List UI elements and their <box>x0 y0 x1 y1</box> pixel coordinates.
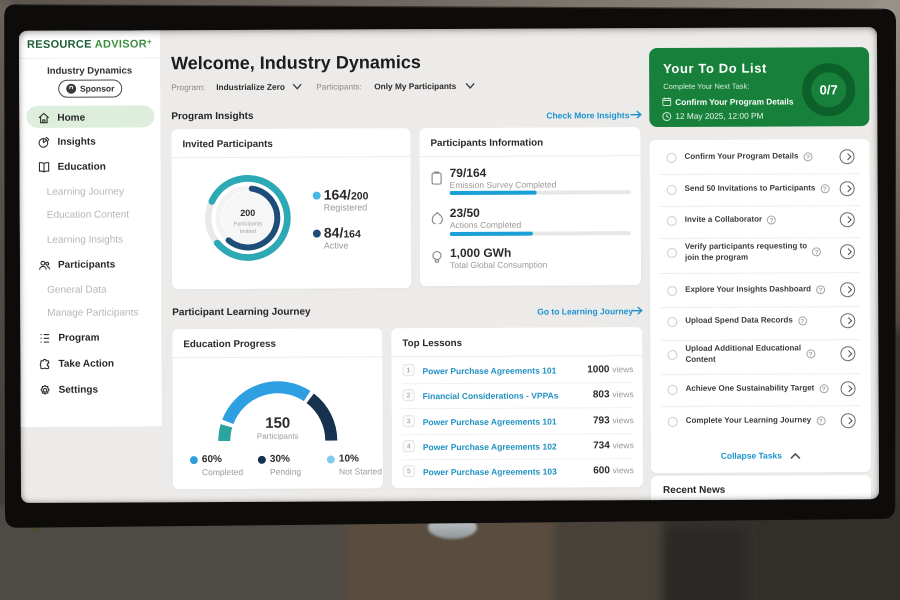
svg-text:0/7: 0/7 <box>820 82 838 97</box>
svg-text:200: 200 <box>240 207 255 217</box>
svg-text:Invited: Invited <box>239 228 255 234</box>
svg-text:Participants: Participants <box>233 221 262 227</box>
